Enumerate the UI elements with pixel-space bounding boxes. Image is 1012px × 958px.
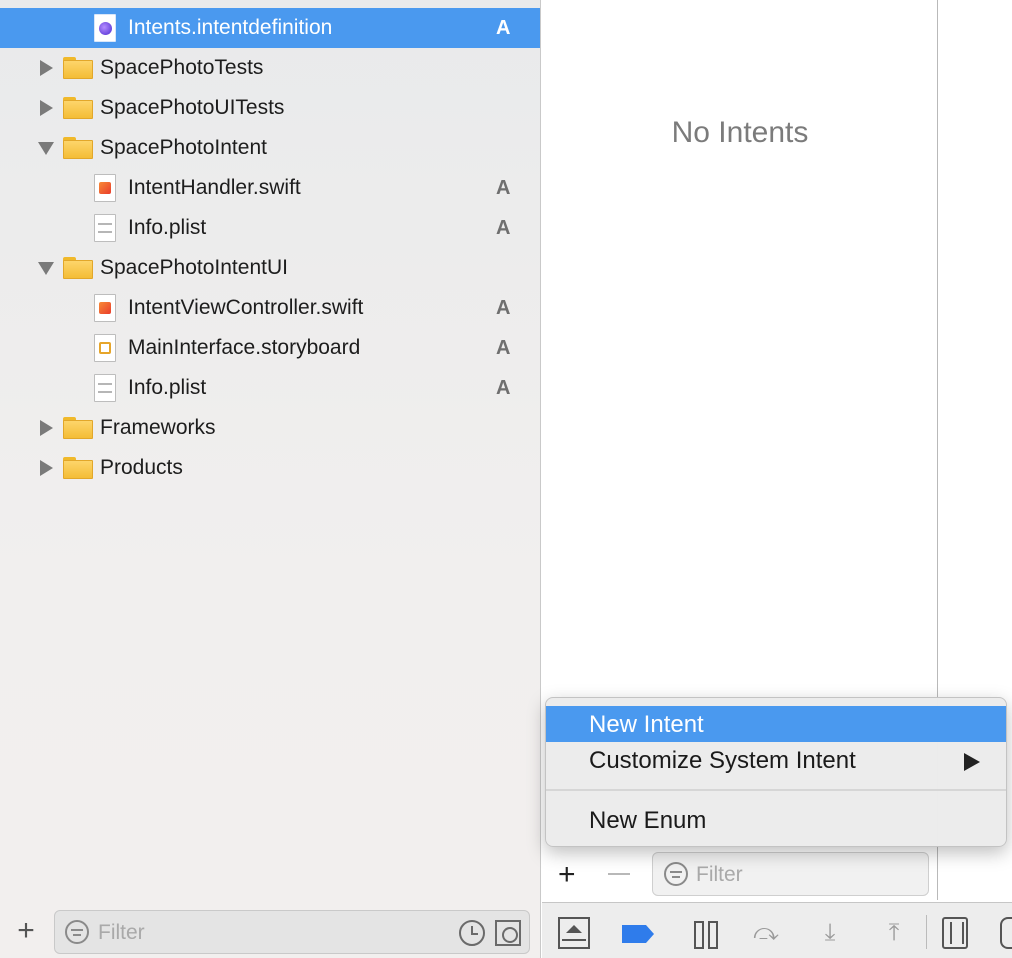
tree-item-label: IntentViewController.swift bbox=[128, 296, 364, 319]
tree-item-label: MainInterface.storyboard bbox=[128, 336, 361, 359]
tree-item-label: IntentHandler.swift bbox=[128, 176, 301, 199]
tree-item-maininterface-storyboard[interactable]: MainInterface.storyboard A bbox=[0, 328, 540, 368]
debug-toolbar: ⤼ ⤓ ⤒ bbox=[542, 902, 1012, 958]
folder-icon bbox=[63, 137, 93, 159]
folder-icon bbox=[63, 257, 93, 279]
tree-item-label: Products bbox=[100, 456, 183, 479]
disclosure-collapsed-icon[interactable] bbox=[38, 420, 54, 436]
breakpoints-icon[interactable] bbox=[622, 925, 654, 943]
add-file-button[interactable]: + bbox=[14, 916, 38, 946]
disclosure-collapsed-icon[interactable] bbox=[38, 460, 54, 476]
disclosure-expanded-icon[interactable] bbox=[38, 140, 54, 156]
plist-file-icon bbox=[94, 214, 116, 242]
add-popup-menu: New Intent Customize System Intent New E… bbox=[545, 697, 1007, 847]
tree-item-info-plist[interactable]: Info.plist A bbox=[0, 208, 540, 248]
folder-icon bbox=[63, 57, 93, 79]
disclosure-collapsed-icon[interactable] bbox=[38, 100, 54, 116]
menu-separator bbox=[546, 789, 1006, 791]
navigator-filter-field[interactable]: Filter bbox=[54, 910, 530, 954]
source-control-filter-icon[interactable] bbox=[495, 920, 521, 946]
menu-item-new-enum[interactable]: New Enum bbox=[546, 802, 1006, 838]
tree-item-products[interactable]: Products bbox=[0, 448, 540, 488]
tree-item-spacephotointent[interactable]: SpacePhotoIntent bbox=[0, 128, 540, 168]
tree-item-spacephototests[interactable]: SpacePhotoTests bbox=[0, 48, 540, 88]
tree-item-frameworks[interactable]: Frameworks bbox=[0, 408, 540, 448]
step-into-icon[interactable]: ⤓ bbox=[814, 917, 846, 949]
remove-intent-button[interactable] bbox=[608, 873, 630, 875]
tree-item-intenthandler-swift[interactable]: IntentHandler.swift A bbox=[0, 168, 540, 208]
menu-item-label: New Enum bbox=[589, 807, 707, 834]
intents-file-icon bbox=[94, 14, 116, 42]
menu-item-new-intent[interactable]: New Intent bbox=[546, 706, 1006, 742]
swift-file-icon bbox=[94, 294, 116, 322]
source-control-status: A bbox=[496, 296, 511, 319]
project-navigator: Intents.intentdefinition A SpacePhotoTes… bbox=[0, 0, 541, 958]
folder-icon bbox=[63, 417, 93, 439]
source-control-status: A bbox=[496, 376, 511, 399]
menu-item-label: Customize System Intent bbox=[589, 747, 856, 774]
view-hierarchy-icon[interactable] bbox=[942, 917, 968, 949]
submenu-arrow-icon bbox=[964, 753, 980, 771]
plist-file-icon bbox=[94, 374, 116, 402]
tree-item-intents-definition[interactable]: Intents.intentdefinition A bbox=[0, 8, 540, 48]
tree-item-label: Info.plist bbox=[128, 216, 207, 239]
menu-item-label: New Intent bbox=[589, 711, 704, 738]
filter-icon bbox=[664, 862, 688, 886]
folder-icon bbox=[63, 457, 93, 479]
menu-item-customize-system-intent[interactable]: Customize System Intent bbox=[546, 742, 1006, 778]
source-control-status: A bbox=[496, 336, 511, 359]
tree-item-label: Frameworks bbox=[100, 416, 216, 439]
filter-placeholder: Filter bbox=[696, 863, 743, 886]
tree-item-label: SpacePhotoUITests bbox=[100, 96, 285, 119]
disclosure-collapsed-icon[interactable] bbox=[38, 60, 54, 76]
filter-placeholder: Filter bbox=[98, 921, 145, 944]
tree-item-label: Intents.intentdefinition bbox=[128, 16, 333, 39]
folder-icon bbox=[63, 97, 93, 119]
filter-icon bbox=[65, 920, 89, 944]
hide-debug-area-icon[interactable] bbox=[558, 917, 590, 949]
storyboard-file-icon bbox=[94, 334, 116, 362]
tree-item-spacephotointentui[interactable]: SpacePhotoIntentUI bbox=[0, 248, 540, 288]
intents-filter-field[interactable]: Filter bbox=[652, 852, 929, 896]
tree-item-label: SpacePhotoIntent bbox=[100, 136, 267, 159]
tree-item-info-plist[interactable]: Info.plist A bbox=[0, 368, 540, 408]
tree-item-spacephotouitests[interactable]: SpacePhotoUITests bbox=[0, 88, 540, 128]
step-over-icon[interactable]: ⤼ bbox=[750, 917, 782, 949]
step-out-icon[interactable]: ⤒ bbox=[878, 917, 910, 949]
tree-item-intentviewcontroller-swift[interactable]: IntentViewController.swift A bbox=[0, 288, 540, 328]
tree-item-label: SpacePhotoTests bbox=[100, 56, 264, 79]
pause-icon[interactable] bbox=[690, 917, 722, 949]
toolbar-divider bbox=[926, 915, 927, 949]
recent-files-icon[interactable] bbox=[459, 920, 485, 946]
disclosure-expanded-icon[interactable] bbox=[38, 260, 54, 276]
tree-item-label: Info.plist bbox=[128, 376, 207, 399]
tree-item-label: SpacePhotoIntentUI bbox=[100, 256, 288, 279]
simulate-location-icon[interactable] bbox=[1000, 917, 1012, 949]
source-control-status: A bbox=[496, 216, 511, 239]
swift-file-icon bbox=[94, 174, 116, 202]
source-control-status: A bbox=[496, 176, 511, 199]
add-intent-button[interactable]: + bbox=[558, 860, 576, 890]
source-control-status: A bbox=[496, 16, 511, 39]
empty-state-label: No Intents bbox=[671, 116, 809, 149]
